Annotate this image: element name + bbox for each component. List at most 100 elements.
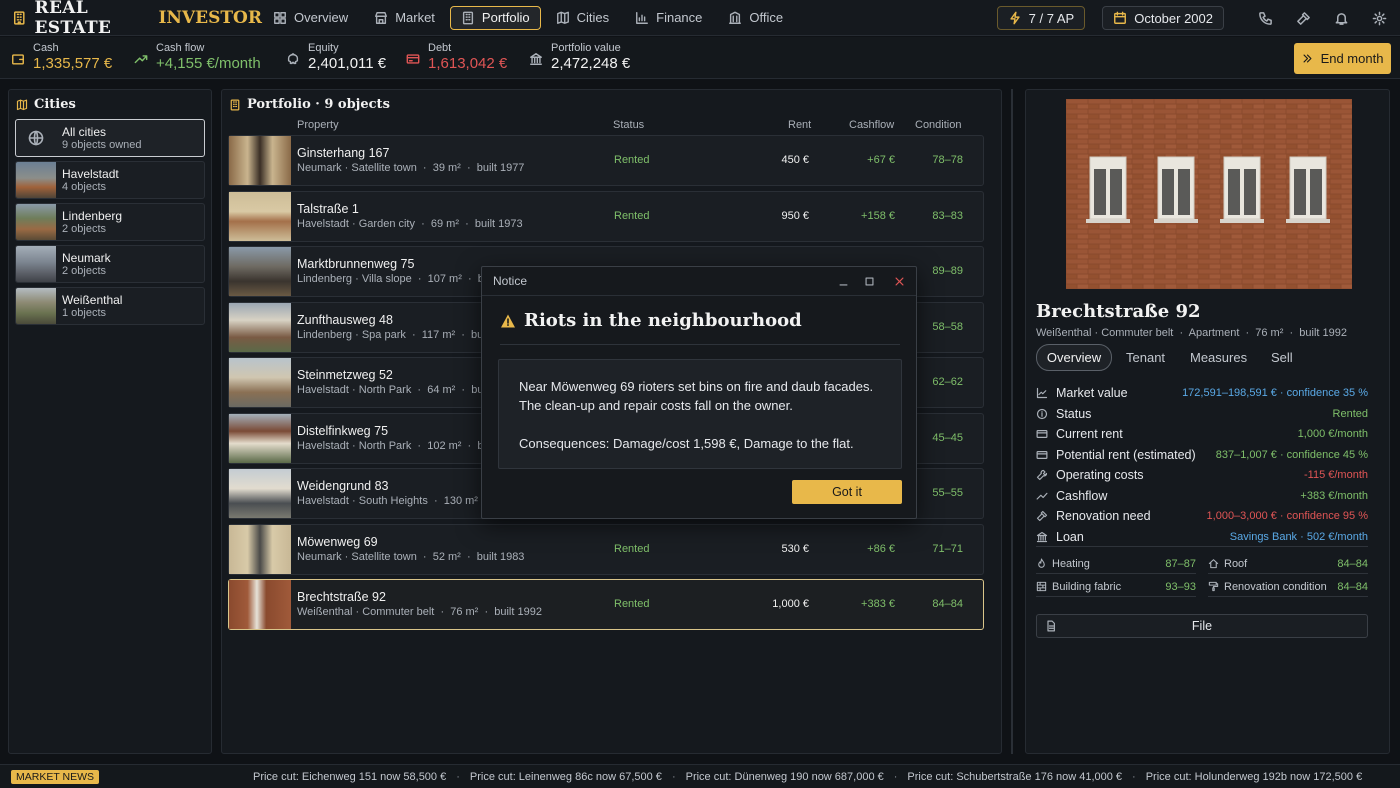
nav-finance[interactable]: Finance [624, 6, 713, 30]
table-row[interactable]: Talstraße 1 Havelstadt · Garden city · 69… [228, 190, 984, 242]
phone-button[interactable] [1246, 11, 1284, 26]
got-it-button[interactable]: Got it [792, 480, 902, 504]
portfolio-title: Portfolio · 9 objects [229, 97, 390, 112]
file-button[interactable]: File [1036, 614, 1368, 638]
property-meta: Weißenthal · Commuter belt · Apartment ·… [1036, 327, 1347, 339]
property-condition: 58–58 [932, 320, 963, 333]
detail-row: Renovation need 1,000–3,000 € · confidenc… [1036, 506, 1368, 526]
dialog-message: Near Möwenweg 69 rioters set bins on fir… [498, 359, 902, 469]
column-header-status[interactable]: Status [613, 119, 644, 131]
detail-row: Status Rented [1036, 404, 1368, 424]
map-icon [556, 11, 569, 24]
condition-roof: Roof 84–84 [1208, 554, 1368, 574]
store-icon [375, 11, 388, 24]
stat-equity: Equity 2,401,011 € [286, 42, 386, 74]
end-month-label: End month [1320, 51, 1384, 66]
city-weissenthal[interactable]: Weißenthal 1 objects [15, 287, 205, 325]
action-points[interactable]: 7 / 7 AP [996, 6, 1086, 30]
news-item[interactable]: Price cut: Schubertstraße 176 now 41,000… [907, 771, 1122, 783]
news-item[interactable]: Price cut: Dünenweg 190 now 687,000 € [686, 771, 884, 783]
property-name: Brechtstraße 92 [297, 590, 386, 604]
column-header-property[interactable]: Property [297, 119, 339, 131]
property-thumbnail [229, 247, 291, 296]
piggy-bank-icon [287, 53, 299, 65]
detail-value: 172,591–198,591 € · confidence 35 % [1182, 387, 1368, 399]
property-detail-panel: Brechtstraße 92 Weißenthal · Commuter be… [1025, 89, 1390, 754]
detail-row: Potential rent (estimated) 837–1,007 € · … [1036, 445, 1368, 465]
tab-measures[interactable]: Measures [1179, 344, 1258, 371]
stat-value: 1,335,577 € [33, 55, 113, 72]
card-icon [1036, 430, 1048, 438]
column-header-rent[interactable]: Rent [788, 119, 811, 131]
city-neumark[interactable]: Neumark 2 objects [15, 245, 205, 283]
city-all[interactable]: All cities 9 objects owned [15, 119, 205, 157]
property-photo [1066, 99, 1352, 289]
dialog-titlebar: Notice [482, 267, 916, 296]
app-logo: REAL ESTATE INVESTOR [0, 0, 262, 38]
nav-cities[interactable]: Cities [545, 6, 621, 30]
property-condition: 84–84 [932, 598, 963, 610]
detail-label: Cashflow [1056, 488, 1108, 503]
flame-icon [1038, 558, 1045, 568]
tools-button[interactable] [1284, 11, 1322, 26]
nav-portfolio[interactable]: Portfolio [449, 5, 541, 30]
phone-icon [1258, 11, 1272, 25]
stat-label: Debt [428, 42, 452, 54]
top-right-controls: 7 / 7 AP October 2002 [996, 0, 1400, 36]
tab-tenant[interactable]: Tenant [1115, 344, 1176, 371]
property-thumbnail [229, 358, 291, 407]
paint-roller-icon [1208, 581, 1219, 592]
table-row[interactable]: Möwenweg 69 Neumark · Satellite town · 52… [228, 523, 984, 575]
detail-row: Current rent 1,000 €/month [1036, 424, 1368, 444]
detail-value: 1,000–3,000 € · confidence 95 % [1206, 510, 1368, 522]
condition-heating: Heating 87–87 [1036, 554, 1196, 574]
column-header-cashflow[interactable]: Cashflow [849, 119, 894, 131]
trend-icon [1036, 492, 1048, 500]
news-item[interactable]: Price cut: Eichenweg 151 now 58,500 € [253, 771, 446, 783]
city-name: Havelstadt [62, 166, 119, 181]
notifications-button[interactable] [1322, 11, 1360, 26]
property-name: Ginsterhang 167 [297, 146, 390, 160]
tab-overview[interactable]: Overview [1036, 344, 1112, 371]
stat-value: 2,472,248 € [551, 55, 631, 72]
maximize-button[interactable] [856, 276, 882, 287]
property-name: Talstraße 1 [297, 201, 359, 216]
end-month-button[interactable]: End month [1294, 43, 1391, 74]
property-status: Rented [614, 154, 650, 166]
settings-button[interactable] [1360, 11, 1398, 26]
separator: · [671, 770, 676, 783]
property-cashflow: +67 € [867, 154, 895, 166]
minimize-button[interactable] [830, 276, 856, 287]
dialog-body: Near Möwenweg 69 rioters set bins on fir… [519, 379, 874, 413]
brick-wall-icon [1036, 581, 1047, 592]
maximize-icon [865, 277, 873, 285]
document-icon [1047, 620, 1055, 632]
column-header-condition[interactable]: Condition [915, 119, 961, 131]
current-date[interactable]: October 2002 [1102, 6, 1224, 30]
city-name: Weißenthal [62, 292, 123, 307]
detail-row: Loan Savings Bank · 502 €/month [1036, 527, 1368, 547]
hammer-icon [1296, 11, 1310, 25]
city-havelstadt[interactable]: Havelstadt 4 objects [15, 161, 205, 199]
tab-sell[interactable]: Sell [1260, 344, 1304, 371]
stat-cashflow: Cash flow +4,155 €/month [134, 42, 261, 74]
credit-card-icon [406, 54, 420, 64]
dialog-consequences: Consequences: Damage/cost 1,598 €, Damag… [519, 436, 854, 451]
detail-label: Renovation need [1056, 509, 1151, 523]
table-row[interactable]: Brechtstraße 92 Weißenthal · Commuter bel… [228, 579, 984, 630]
news-item[interactable]: Price cut: Holunderweg 192b now 172,500 … [1146, 771, 1362, 783]
nav-market[interactable]: Market [363, 6, 446, 30]
warning-icon [501, 314, 515, 327]
city-lindenberg[interactable]: Lindenberg 2 objects [15, 203, 205, 241]
table-row[interactable]: Ginsterhang 167 Neumark · Satellite town … [228, 135, 984, 186]
news-item[interactable]: Price cut: Leinenweg 86c now 67,500 € [470, 771, 662, 783]
property-meta: Weißenthal · Commuter belt · 76 m² · bui… [297, 606, 542, 618]
detail-value: -115 €/month [1303, 469, 1368, 481]
detail-row: Market value 172,591–198,591 € · confiden… [1036, 383, 1368, 403]
close-button[interactable] [882, 276, 916, 287]
nav-office[interactable]: Office [717, 6, 794, 30]
panel-divider [1011, 89, 1013, 754]
grid-icon [274, 11, 286, 24]
city-thumbnail [16, 288, 56, 324]
nav-overview[interactable]: Overview [262, 6, 359, 30]
